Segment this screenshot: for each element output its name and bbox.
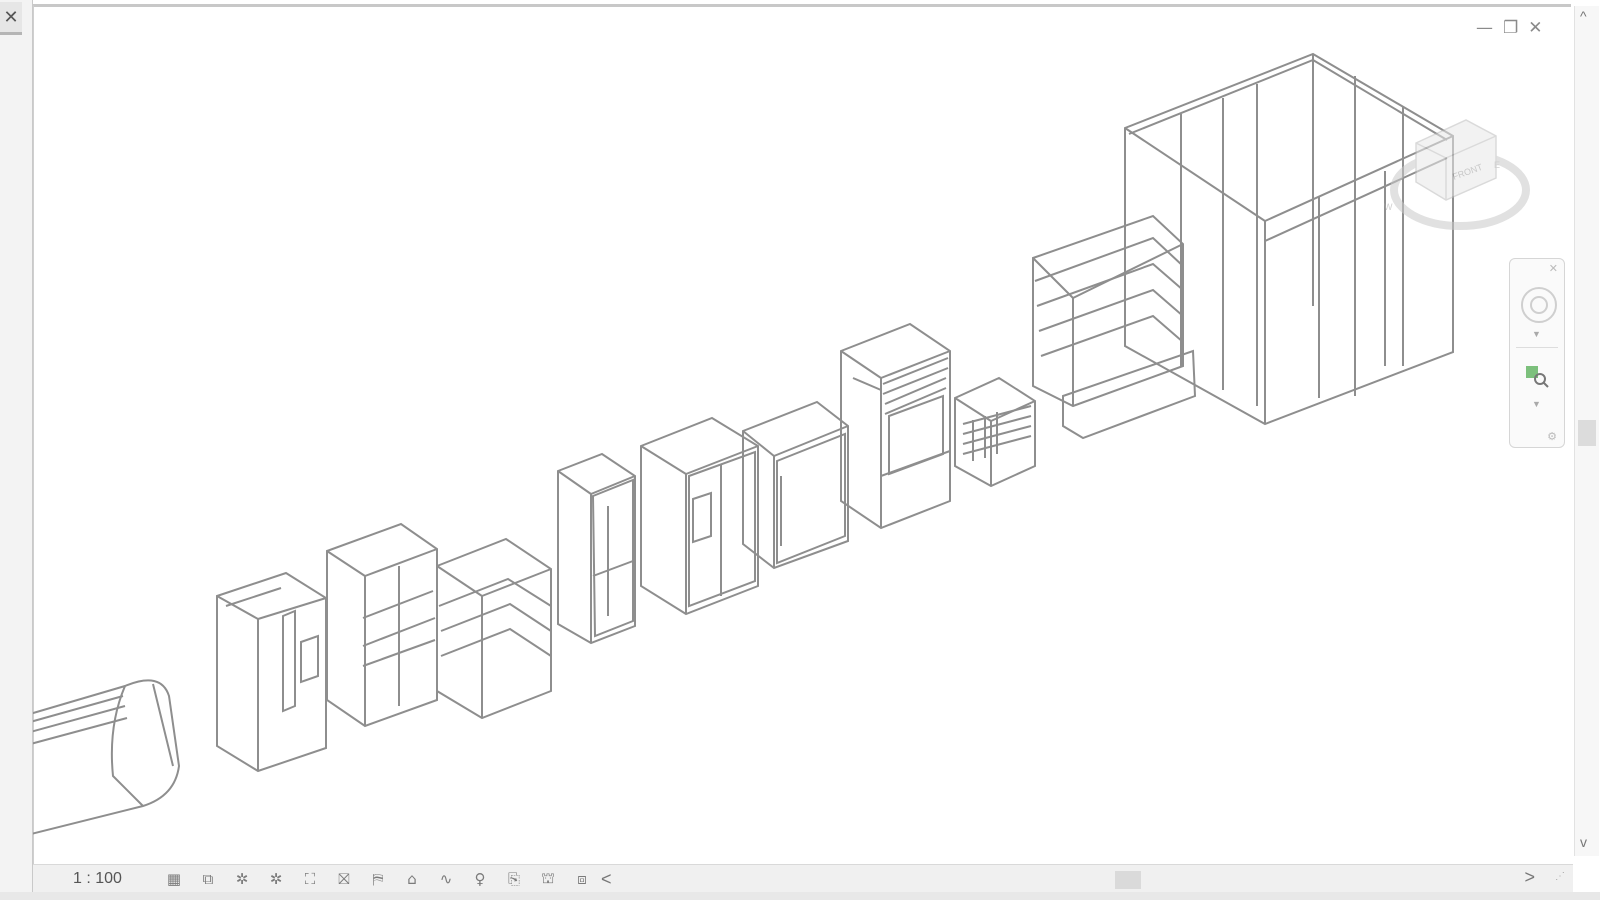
view-control-bar: 1 : 100 ▦ ⧉ ✲ ✲ ⛶ ⛝ ⛿ ⌂ ∿ ♀ ⎘ ⛫ ⧈ < > ⋰ (33, 864, 1573, 893)
view-window-controls: — ❐ ✕ (1476, 18, 1543, 38)
wireframe-model (33, 52, 1454, 835)
temporary-hide-icon[interactable]: ⌂ (399, 869, 425, 889)
scroll-up-icon[interactable]: ^ (1580, 8, 1587, 24)
viewcube[interactable]: FRONT W E (1376, 108, 1536, 238)
restore-icon[interactable]: ❐ (1503, 18, 1518, 38)
horizontal-scroll-thumb[interactable] (1115, 871, 1141, 889)
compass-east: E (1494, 160, 1500, 170)
3d-model-viewport[interactable] (33, 6, 1538, 848)
unlock-3d-view-icon[interactable]: ⛿ (365, 869, 391, 889)
view-tools: ▦ ⧉ ✲ ✲ ⛶ ⛝ ⛿ ⌂ ∿ ♀ ⎘ ⛫ ⧈ (161, 869, 595, 889)
resize-grip-icon[interactable]: ⋰ (1555, 871, 1565, 882)
navbar-options-icon[interactable]: ⚙ (1547, 430, 1557, 443)
left-panel-strip: ✕ (0, 0, 33, 900)
navbar-close-icon[interactable]: ✕ (1549, 262, 1558, 275)
reveal-constraints-icon[interactable]: ⧈ (569, 869, 595, 889)
navigation-bar: ✕ ▼ ▼ ⚙ (1509, 258, 1565, 448)
shadows-icon[interactable]: ✲ (263, 869, 289, 889)
highlight-displacement-icon[interactable]: ⛫ (535, 869, 561, 889)
wheel-dropdown-icon[interactable]: ▼ (1532, 329, 1541, 339)
view-scale[interactable]: 1 : 100 (73, 870, 145, 888)
reveal-hidden-icon[interactable]: ∿ (433, 869, 459, 889)
window-bottom-edge (0, 892, 1600, 900)
compass-west: W (1384, 202, 1393, 212)
viewcube-graphic: FRONT W E (1384, 119, 1530, 230)
crop-view-icon[interactable]: ⛶ (297, 869, 323, 889)
visual-style-icon[interactable]: ⧉ (195, 869, 221, 889)
steering-wheel-icon[interactable] (1521, 287, 1557, 323)
temporary-view-properties-icon[interactable]: ♀ (467, 869, 493, 889)
show-analytical-model-icon[interactable]: ⎘ (501, 869, 527, 889)
detail-level-icon[interactable]: ▦ (161, 869, 187, 889)
close-icon[interactable]: ✕ (1528, 18, 1542, 38)
panel-close-button[interactable]: ✕ (0, 2, 22, 35)
collapse-toolbar-icon[interactable]: < (601, 869, 612, 890)
vertical-scroll-thumb[interactable] (1578, 420, 1596, 446)
minimize-icon[interactable]: — (1476, 18, 1493, 38)
scroll-right-icon[interactable]: > (1524, 867, 1535, 888)
vertical-scrollbar[interactable]: ^ v (1574, 6, 1599, 856)
show-crop-region-icon[interactable]: ⛝ (331, 869, 357, 889)
zoom-region-icon[interactable] (1524, 363, 1550, 389)
scroll-down-icon[interactable]: v (1580, 834, 1587, 850)
sun-path-icon[interactable]: ✲ (229, 869, 255, 889)
navbar-separator (1516, 347, 1558, 348)
zoom-dropdown-icon[interactable]: ▼ (1532, 399, 1541, 409)
